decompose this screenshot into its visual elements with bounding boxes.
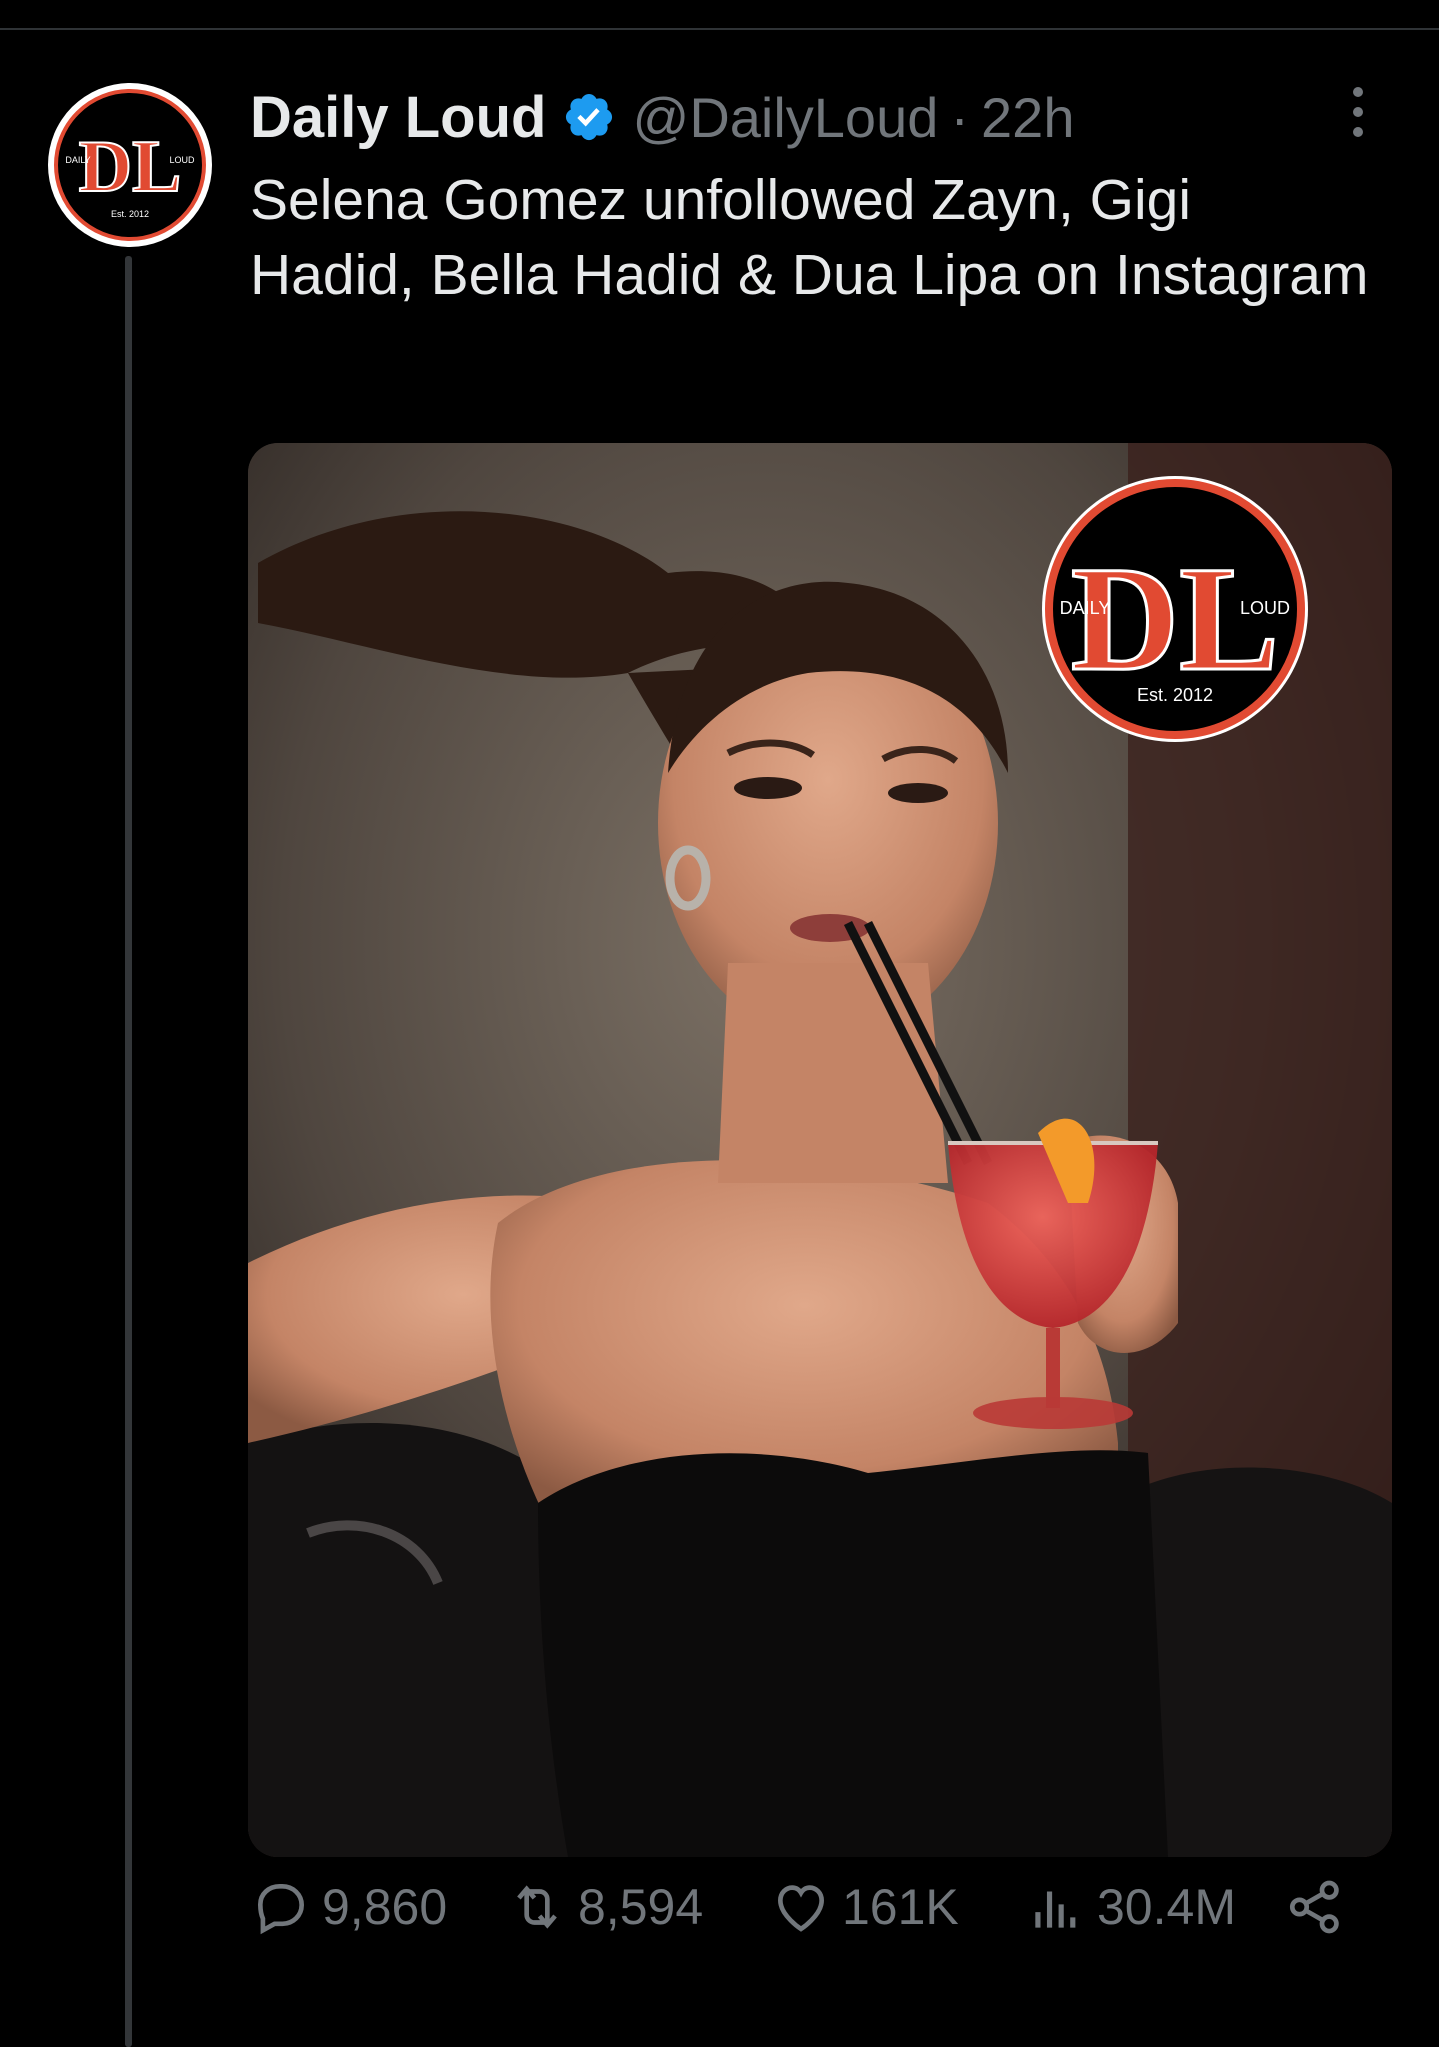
svg-text:DAILY: DAILY — [65, 155, 90, 165]
tweet-text: Selena Gomez unfollowed Zayn, Gigi Hadid… — [250, 168, 1369, 307]
svg-text:Est. 2012: Est. 2012 — [1137, 685, 1213, 705]
thread-line — [125, 256, 132, 2047]
watermark-logo: DL DAILY LOUD Est. 2012 — [1042, 476, 1308, 742]
more-options-icon[interactable] — [1346, 84, 1370, 140]
reply-icon — [258, 1884, 304, 1935]
share-button[interactable] — [1284, 1872, 1356, 1942]
avatar-logo: DL DAILY LOUD Est. 2012 — [54, 89, 206, 241]
views-icon — [1035, 1891, 1076, 1928]
svg-text:Est. 2012: Est. 2012 — [111, 209, 149, 219]
daily-loud-logo-icon: DL DAILY LOUD Est. 2012 — [65, 125, 195, 219]
repost-button[interactable]: 8,594 — [506, 1872, 703, 1942]
photo: DL DAILY LOUD Est. 2012 — [248, 443, 1392, 1857]
tweet-header: Daily Loud @DailyLoud · 22h — [250, 72, 1074, 162]
display-name[interactable]: Daily Loud — [250, 84, 546, 151]
repost-icon — [517, 1885, 557, 1929]
svg-text:LOUD: LOUD — [169, 155, 195, 165]
svg-text:DL: DL — [1071, 536, 1279, 702]
reply-count: 9,860 — [322, 1879, 448, 1935]
action-bar: 9,860 8,594 161K 30.4M — [250, 1872, 1350, 1942]
avatar[interactable]: DL DAILY LOUD Est. 2012 — [48, 83, 212, 247]
like-count: 161K — [842, 1879, 959, 1935]
verified-badge-icon[interactable] — [562, 90, 616, 144]
like-button[interactable]: 161K — [770, 1872, 959, 1942]
separator-dot: · — [950, 85, 970, 149]
share-icon — [1289, 1880, 1339, 1934]
svg-text:DL: DL — [79, 126, 182, 208]
timestamp[interactable]: 22h — [981, 85, 1074, 150]
handle[interactable]: @DailyLoud — [632, 85, 938, 150]
like-icon — [778, 1885, 824, 1932]
svg-text:LOUD: LOUD — [1240, 598, 1290, 618]
reply-button[interactable]: 9,860 — [250, 1872, 447, 1942]
views-button[interactable]: 30.4M — [1025, 1872, 1236, 1942]
tweet-media[interactable]: DL DAILY LOUD Est. 2012 — [248, 443, 1392, 1857]
top-divider — [0, 28, 1439, 30]
svg-text:DAILY: DAILY — [1060, 598, 1111, 618]
views-count: 30.4M — [1097, 1879, 1236, 1935]
repost-count: 8,594 — [578, 1879, 704, 1935]
